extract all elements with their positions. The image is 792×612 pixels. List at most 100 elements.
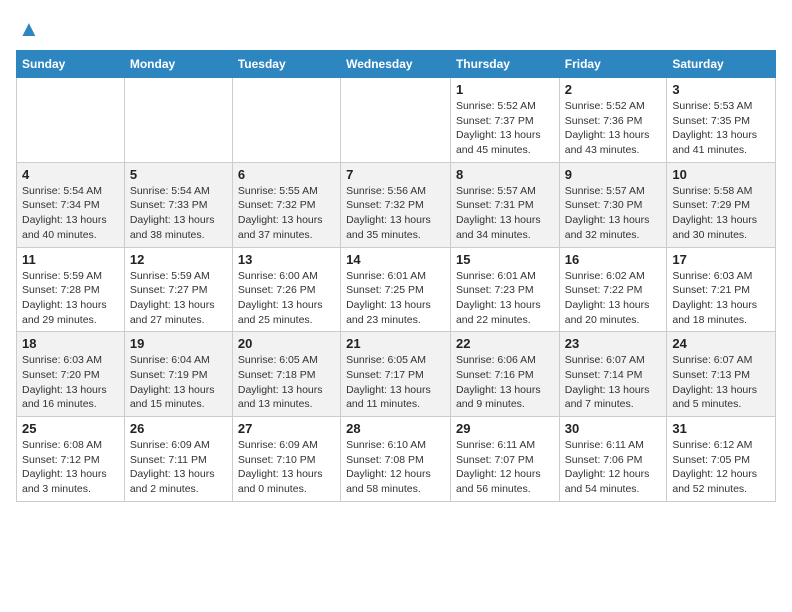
weekday-header-friday: Friday <box>559 51 667 78</box>
day-info: Sunrise: 6:07 AM Sunset: 7:13 PM Dayligh… <box>672 353 770 412</box>
day-cell: 9Sunrise: 5:57 AM Sunset: 7:30 PM Daylig… <box>559 162 667 247</box>
day-cell: 12 Sunrise: 5:59 AM Sunset: 7:27 PM Dayli… <box>124 247 232 332</box>
day-cell: 21 Sunrise: 6:05 AM Sunset: 7:17 PM Dayli… <box>341 332 451 417</box>
day-cell: 5 Sunrise: 5:54 AM Sunset: 7:33 PM Daylig… <box>124 162 232 247</box>
day-number: 17 <box>672 252 770 267</box>
day-cell: 25Sunrise: 6:08 AM Sunset: 7:12 PM Dayli… <box>17 417 125 502</box>
day-cell: 31Sunrise: 6:12 AM Sunset: 7:05 PM Dayli… <box>667 417 776 502</box>
week-row-3: 11 Sunrise: 5:59 AM Sunset: 7:28 PM Dayli… <box>17 247 776 332</box>
day-info: Sunrise: 6:02 AM Sunset: 7:22 PM Dayligh… <box>565 269 662 328</box>
day-info: Sunrise: 6:00 AM Sunset: 7:26 PM Dayligh… <box>238 269 335 328</box>
day-cell: 28 Sunrise: 6:10 AM Sunset: 7:08 PM Dayli… <box>341 417 451 502</box>
week-row-4: 18 Sunrise: 6:03 AM Sunset: 7:20 PM Dayli… <box>17 332 776 417</box>
day-number: 12 <box>130 252 227 267</box>
day-number: 5 <box>130 167 227 182</box>
day-info: Sunrise: 5:59 AM Sunset: 7:28 PM Dayligh… <box>22 269 119 328</box>
day-info: Sunrise: 5:52 AM Sunset: 7:36 PM Dayligh… <box>565 99 662 158</box>
day-cell: 20 Sunrise: 6:05 AM Sunset: 7:18 PM Dayli… <box>232 332 340 417</box>
day-number: 14 <box>346 252 445 267</box>
day-number: 7 <box>346 167 445 182</box>
week-row-1: 1Sunrise: 5:52 AM Sunset: 7:37 PM Daylig… <box>17 78 776 163</box>
day-cell: 13 Sunrise: 6:00 AM Sunset: 7:26 PM Dayli… <box>232 247 340 332</box>
weekday-header-tuesday: Tuesday <box>232 51 340 78</box>
day-info: Sunrise: 6:09 AM Sunset: 7:10 PM Dayligh… <box>238 438 335 497</box>
day-info: Sunrise: 5:53 AM Sunset: 7:35 PM Dayligh… <box>672 99 770 158</box>
day-info: Sunrise: 5:54 AM Sunset: 7:33 PM Dayligh… <box>130 184 227 243</box>
day-number: 11 <box>22 252 119 267</box>
day-number: 15 <box>456 252 554 267</box>
day-cell: 16 Sunrise: 6:02 AM Sunset: 7:22 PM Dayli… <box>559 247 667 332</box>
day-cell: 10 Sunrise: 5:58 AM Sunset: 7:29 PM Dayli… <box>667 162 776 247</box>
day-number: 29 <box>456 421 554 436</box>
day-cell: 3Sunrise: 5:53 AM Sunset: 7:35 PM Daylig… <box>667 78 776 163</box>
day-info: Sunrise: 6:04 AM Sunset: 7:19 PM Dayligh… <box>130 353 227 412</box>
day-cell <box>232 78 340 163</box>
day-number: 2 <box>565 82 662 97</box>
day-info: Sunrise: 6:01 AM Sunset: 7:23 PM Dayligh… <box>456 269 554 328</box>
logo: ▲ <box>16 16 40 42</box>
day-number: 30 <box>565 421 662 436</box>
day-info: Sunrise: 5:59 AM Sunset: 7:27 PM Dayligh… <box>130 269 227 328</box>
day-cell: 29 Sunrise: 6:11 AM Sunset: 7:07 PM Dayli… <box>450 417 559 502</box>
day-cell: 11 Sunrise: 5:59 AM Sunset: 7:28 PM Dayli… <box>17 247 125 332</box>
day-cell: 15 Sunrise: 6:01 AM Sunset: 7:23 PM Dayli… <box>450 247 559 332</box>
day-cell <box>341 78 451 163</box>
day-cell: 23 Sunrise: 6:07 AM Sunset: 7:14 PM Dayli… <box>559 332 667 417</box>
week-row-5: 25Sunrise: 6:08 AM Sunset: 7:12 PM Dayli… <box>17 417 776 502</box>
weekday-header-wednesday: Wednesday <box>341 51 451 78</box>
day-cell: 18 Sunrise: 6:03 AM Sunset: 7:20 PM Dayli… <box>17 332 125 417</box>
day-number: 27 <box>238 421 335 436</box>
weekday-header-sunday: Sunday <box>17 51 125 78</box>
day-cell: 30 Sunrise: 6:11 AM Sunset: 7:06 PM Dayli… <box>559 417 667 502</box>
day-info: Sunrise: 6:07 AM Sunset: 7:14 PM Dayligh… <box>565 353 662 412</box>
day-info: Sunrise: 6:06 AM Sunset: 7:16 PM Dayligh… <box>456 353 554 412</box>
day-info: Sunrise: 5:58 AM Sunset: 7:29 PM Dayligh… <box>672 184 770 243</box>
day-cell: 6Sunrise: 5:55 AM Sunset: 7:32 PM Daylig… <box>232 162 340 247</box>
day-number: 16 <box>565 252 662 267</box>
day-number: 20 <box>238 336 335 351</box>
calendar-body: 1Sunrise: 5:52 AM Sunset: 7:37 PM Daylig… <box>17 78 776 502</box>
day-cell: 8 Sunrise: 5:57 AM Sunset: 7:31 PM Daylig… <box>450 162 559 247</box>
week-row-2: 4Sunrise: 5:54 AM Sunset: 7:34 PM Daylig… <box>17 162 776 247</box>
day-info: Sunrise: 6:05 AM Sunset: 7:17 PM Dayligh… <box>346 353 445 412</box>
day-info: Sunrise: 6:03 AM Sunset: 7:21 PM Dayligh… <box>672 269 770 328</box>
day-number: 31 <box>672 421 770 436</box>
day-cell: 4Sunrise: 5:54 AM Sunset: 7:34 PM Daylig… <box>17 162 125 247</box>
logo-bird-icon: ▲ <box>18 16 40 42</box>
day-info: Sunrise: 5:52 AM Sunset: 7:37 PM Dayligh… <box>456 99 554 158</box>
calendar-header: SundayMondayTuesdayWednesdayThursdayFrid… <box>17 51 776 78</box>
day-number: 13 <box>238 252 335 267</box>
day-cell: 24 Sunrise: 6:07 AM Sunset: 7:13 PM Dayli… <box>667 332 776 417</box>
day-number: 24 <box>672 336 770 351</box>
day-number: 26 <box>130 421 227 436</box>
day-number: 10 <box>672 167 770 182</box>
day-info: Sunrise: 5:56 AM Sunset: 7:32 PM Dayligh… <box>346 184 445 243</box>
day-number: 25 <box>22 421 119 436</box>
day-info: Sunrise: 6:11 AM Sunset: 7:06 PM Dayligh… <box>565 438 662 497</box>
day-cell: 26 Sunrise: 6:09 AM Sunset: 7:11 PM Dayli… <box>124 417 232 502</box>
day-number: 18 <box>22 336 119 351</box>
calendar-table: SundayMondayTuesdayWednesdayThursdayFrid… <box>16 50 776 502</box>
day-number: 23 <box>565 336 662 351</box>
day-info: Sunrise: 6:10 AM Sunset: 7:08 PM Dayligh… <box>346 438 445 497</box>
day-info: Sunrise: 5:57 AM Sunset: 7:31 PM Dayligh… <box>456 184 554 243</box>
day-cell <box>124 78 232 163</box>
weekday-header-saturday: Saturday <box>667 51 776 78</box>
day-number: 22 <box>456 336 554 351</box>
day-number: 8 <box>456 167 554 182</box>
day-number: 21 <box>346 336 445 351</box>
day-info: Sunrise: 6:03 AM Sunset: 7:20 PM Dayligh… <box>22 353 119 412</box>
day-cell: 19Sunrise: 6:04 AM Sunset: 7:19 PM Dayli… <box>124 332 232 417</box>
day-cell: 2 Sunrise: 5:52 AM Sunset: 7:36 PM Daylig… <box>559 78 667 163</box>
day-cell: 1Sunrise: 5:52 AM Sunset: 7:37 PM Daylig… <box>450 78 559 163</box>
day-cell <box>17 78 125 163</box>
day-info: Sunrise: 6:05 AM Sunset: 7:18 PM Dayligh… <box>238 353 335 412</box>
day-cell: 17 Sunrise: 6:03 AM Sunset: 7:21 PM Dayli… <box>667 247 776 332</box>
day-info: Sunrise: 6:11 AM Sunset: 7:07 PM Dayligh… <box>456 438 554 497</box>
day-info: Sunrise: 6:09 AM Sunset: 7:11 PM Dayligh… <box>130 438 227 497</box>
day-number: 28 <box>346 421 445 436</box>
day-cell: 22 Sunrise: 6:06 AM Sunset: 7:16 PM Dayli… <box>450 332 559 417</box>
day-cell: 7 Sunrise: 5:56 AM Sunset: 7:32 PM Daylig… <box>341 162 451 247</box>
day-number: 6 <box>238 167 335 182</box>
day-info: Sunrise: 5:57 AM Sunset: 7:30 PM Dayligh… <box>565 184 662 243</box>
